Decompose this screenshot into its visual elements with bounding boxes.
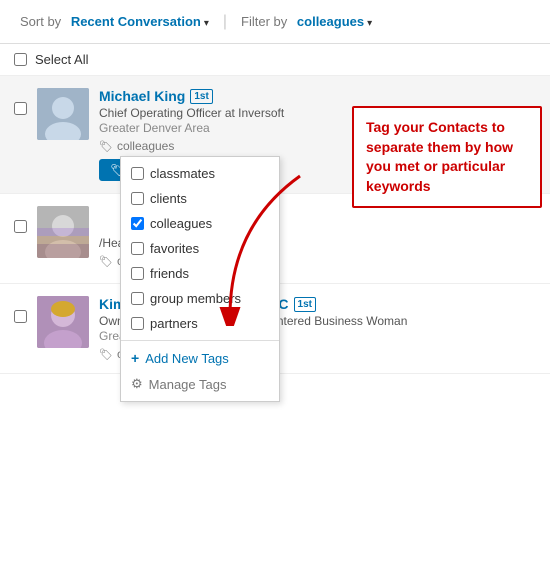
sort-chevron-icon xyxy=(204,14,209,29)
tag-text-michael: colleagues xyxy=(117,139,174,153)
tag-label-partners: partners xyxy=(150,316,198,331)
tag-checkbox-favorites[interactable] xyxy=(131,242,144,255)
add-new-tags-button[interactable]: + Add New Tags xyxy=(121,345,279,371)
tag-checkbox-colleagues[interactable] xyxy=(131,217,144,230)
tag-label-clients: clients xyxy=(150,191,187,206)
tag-checkbox-clients[interactable] xyxy=(131,192,144,205)
filter-value: colleagues xyxy=(297,14,364,29)
filter-label: Filter by xyxy=(241,14,287,29)
tooltip-box: Tag your Contacts to separate them by ho… xyxy=(352,106,542,208)
select-all-label[interactable]: Select All xyxy=(35,52,88,67)
select-all-checkbox[interactable] xyxy=(14,53,27,66)
tag-label-favorites: favorites xyxy=(150,241,199,256)
filter-button[interactable]: Filter by colleagues xyxy=(235,10,378,33)
avatar-kim xyxy=(37,296,89,348)
avatar-user2 xyxy=(37,206,89,258)
tooltip-text: Tag your Contacts to separate them by ho… xyxy=(366,118,528,196)
manage-tags-button[interactable]: ⚙ Manage Tags xyxy=(121,371,279,397)
filter-chevron-icon xyxy=(367,14,372,29)
contact-list: Michael King 1st Chief Operating Officer… xyxy=(0,76,550,374)
select-all-bar: Select All xyxy=(0,44,550,76)
degree-badge-michael: 1st xyxy=(190,89,212,104)
plus-icon: + xyxy=(131,350,139,366)
tag-checkbox-friends[interactable] xyxy=(131,267,144,280)
toolbar-divider: | xyxy=(223,13,227,31)
contact-item-michael: Michael King 1st Chief Operating Officer… xyxy=(0,76,550,194)
sort-label: Sort by xyxy=(20,14,61,29)
contact-checkbox-kim[interactable] xyxy=(14,310,27,323)
tag-label-friends: friends xyxy=(150,266,189,281)
tag-dropdown-divider xyxy=(121,340,279,341)
avatar-michael xyxy=(37,88,89,140)
tag-checkbox-classmates[interactable] xyxy=(131,167,144,180)
contact-name-michael: Michael King 1st xyxy=(99,88,536,104)
gear-icon: ⚙ xyxy=(131,376,143,392)
tag-checkbox-group-members[interactable] xyxy=(131,292,144,305)
tag-icon-michael: 🏷 xyxy=(99,140,113,153)
tag-checkbox-partners[interactable] xyxy=(131,317,144,330)
red-arrow-icon xyxy=(200,166,320,326)
sort-value: Recent Conversation xyxy=(71,14,201,29)
sort-button[interactable]: Sort by Recent Conversation xyxy=(14,10,215,33)
tag-icon-user2: 🏷 xyxy=(99,255,113,268)
tag-icon-kim: 🏷 xyxy=(99,348,113,361)
contact-checkbox-michael[interactable] xyxy=(14,102,27,115)
toolbar: Sort by Recent Conversation | Filter by … xyxy=(0,0,550,44)
contact-checkbox-user2[interactable] xyxy=(14,220,27,233)
